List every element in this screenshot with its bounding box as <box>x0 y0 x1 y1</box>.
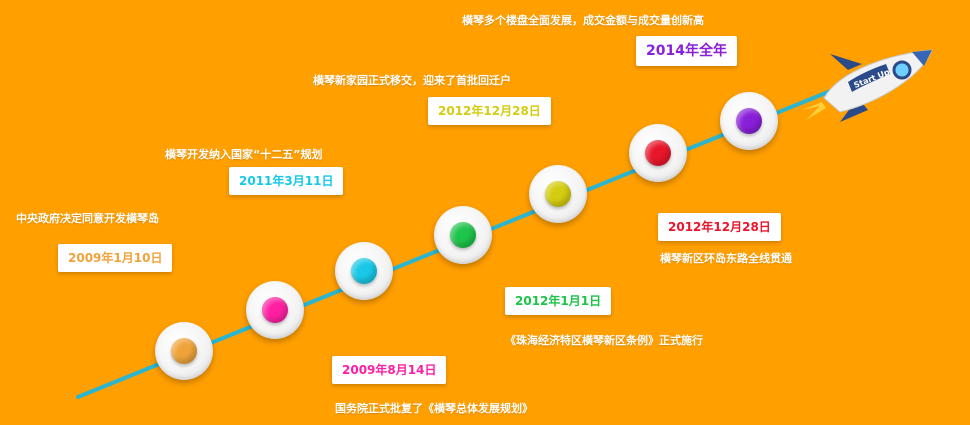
node-dot-5 <box>545 181 571 207</box>
event-date-4: 2012年1月1日 <box>505 287 612 315</box>
event-desc-6: 横琴新区环岛东路全线贯通 <box>660 252 792 265</box>
event-desc-2: 国务院正式批复了《横琴总体发展规划》 <box>335 402 533 415</box>
timeline-node-1 <box>155 322 213 380</box>
timeline-node-7 <box>720 92 778 150</box>
node-dot-2 <box>262 297 288 323</box>
event-desc-3: 横琴开发纳入国家“十二五”规划 <box>165 148 323 161</box>
node-dot-1 <box>171 338 197 364</box>
timeline-node-5 <box>529 165 587 223</box>
event-date-6: 2012年12月28日 <box>658 213 781 241</box>
event-date-2: 2009年8月14日 <box>332 356 447 384</box>
timeline-node-3 <box>335 242 393 300</box>
event-date-1: 2009年1月10日 <box>58 244 173 272</box>
event-desc-1: 中央政府决定同意开发横琴岛 <box>16 212 159 225</box>
timeline-node-2 <box>246 281 304 339</box>
event-date-7: 2014年全年 <box>636 36 737 66</box>
event-date-3: 2011年3月11日 <box>229 167 344 195</box>
timeline-node-6 <box>629 124 687 182</box>
event-desc-7: 横琴多个楼盘全面发展，成交金额与成交量创新高 <box>462 14 704 27</box>
rocket-icon: Start Up <box>802 49 933 122</box>
event-date-5: 2012年12月28日 <box>428 97 551 125</box>
event-desc-5: 横琴新家园正式移交，迎来了首批回迁户 <box>313 74 511 87</box>
node-dot-3 <box>351 258 377 284</box>
node-dot-4 <box>450 222 476 248</box>
timeline-diagram: 2009年1月10日 2009年8月14日 2011年3月11日 2012年1月… <box>0 0 970 425</box>
node-dot-6 <box>645 140 671 166</box>
event-desc-4: 《珠海经济特区横琴新区条例》正式施行 <box>505 334 703 347</box>
timeline-node-4 <box>434 206 492 264</box>
node-dot-7 <box>736 108 762 134</box>
